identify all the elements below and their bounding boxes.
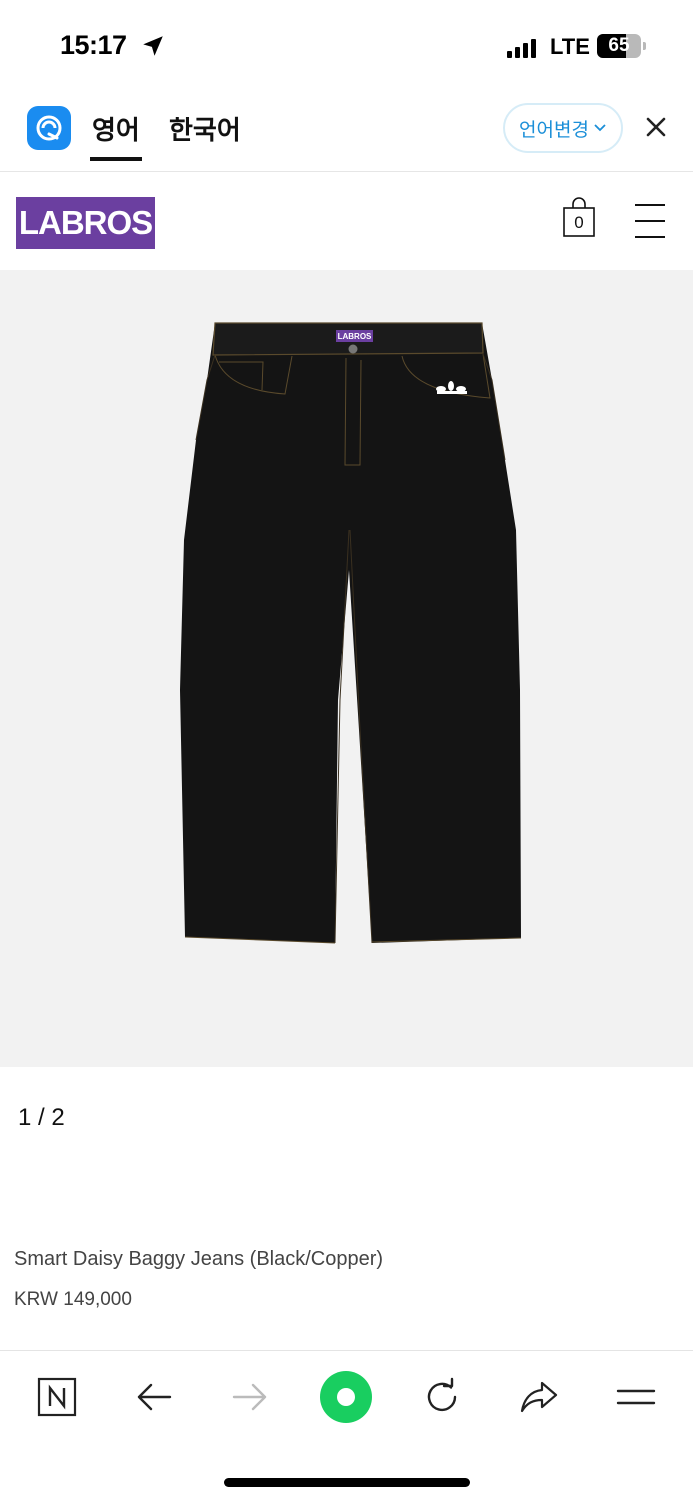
network-label: LTE — [550, 34, 590, 59]
tab-korean[interactable]: 한국어 — [169, 110, 241, 147]
cart-count: 0 — [574, 213, 584, 232]
change-language-label: 언어변경 — [519, 119, 589, 141]
shopping-bag-icon[interactable]: 0 — [562, 196, 596, 238]
location-arrow-icon — [143, 36, 163, 56]
signal-icon — [507, 38, 537, 58]
close-icon[interactable] — [645, 116, 667, 138]
bottom-toolbar — [0, 1350, 693, 1500]
product-image[interactable]: LABROS — [0, 270, 693, 1067]
share-icon[interactable] — [515, 1373, 563, 1421]
product-name: Smart Daisy Baggy Jeans (Black/Copper) — [14, 1248, 384, 1270]
tab-english[interactable]: 영어 — [90, 110, 142, 161]
site-header: LABROS 0 — [0, 172, 693, 270]
menu-icon[interactable] — [612, 1373, 660, 1421]
image-counter: 1 / 2 — [18, 1104, 65, 1131]
papago-icon[interactable] — [27, 106, 71, 150]
jeans-image: LABROS — [180, 322, 522, 944]
status-time: 15:17 — [60, 30, 127, 60]
forward-arrow-icon[interactable] — [226, 1373, 274, 1421]
status-bar: 15:17 LTE 65 — [0, 0, 693, 90]
battery-tip — [643, 42, 646, 50]
green-dot-icon[interactable] — [318, 1369, 374, 1425]
battery-icon: 65 — [597, 34, 641, 58]
battery-level: 65 — [608, 35, 630, 56]
change-language-button[interactable]: 언어변경 — [503, 103, 623, 153]
naver-n-icon[interactable] — [33, 1373, 81, 1421]
back-arrow-icon[interactable] — [130, 1373, 178, 1421]
labros-logo[interactable]: LABROS — [16, 197, 155, 249]
home-indicator[interactable] — [224, 1478, 470, 1487]
jeans-label-text: LABROS — [338, 332, 372, 341]
reload-icon[interactable] — [418, 1373, 466, 1421]
chevron-down-icon — [594, 124, 606, 132]
product-price: KRW 149,000 — [14, 1289, 132, 1310]
hamburger-menu-icon[interactable] — [635, 204, 665, 238]
translate-bar: 영어 한국어 언어변경 — [0, 90, 693, 172]
